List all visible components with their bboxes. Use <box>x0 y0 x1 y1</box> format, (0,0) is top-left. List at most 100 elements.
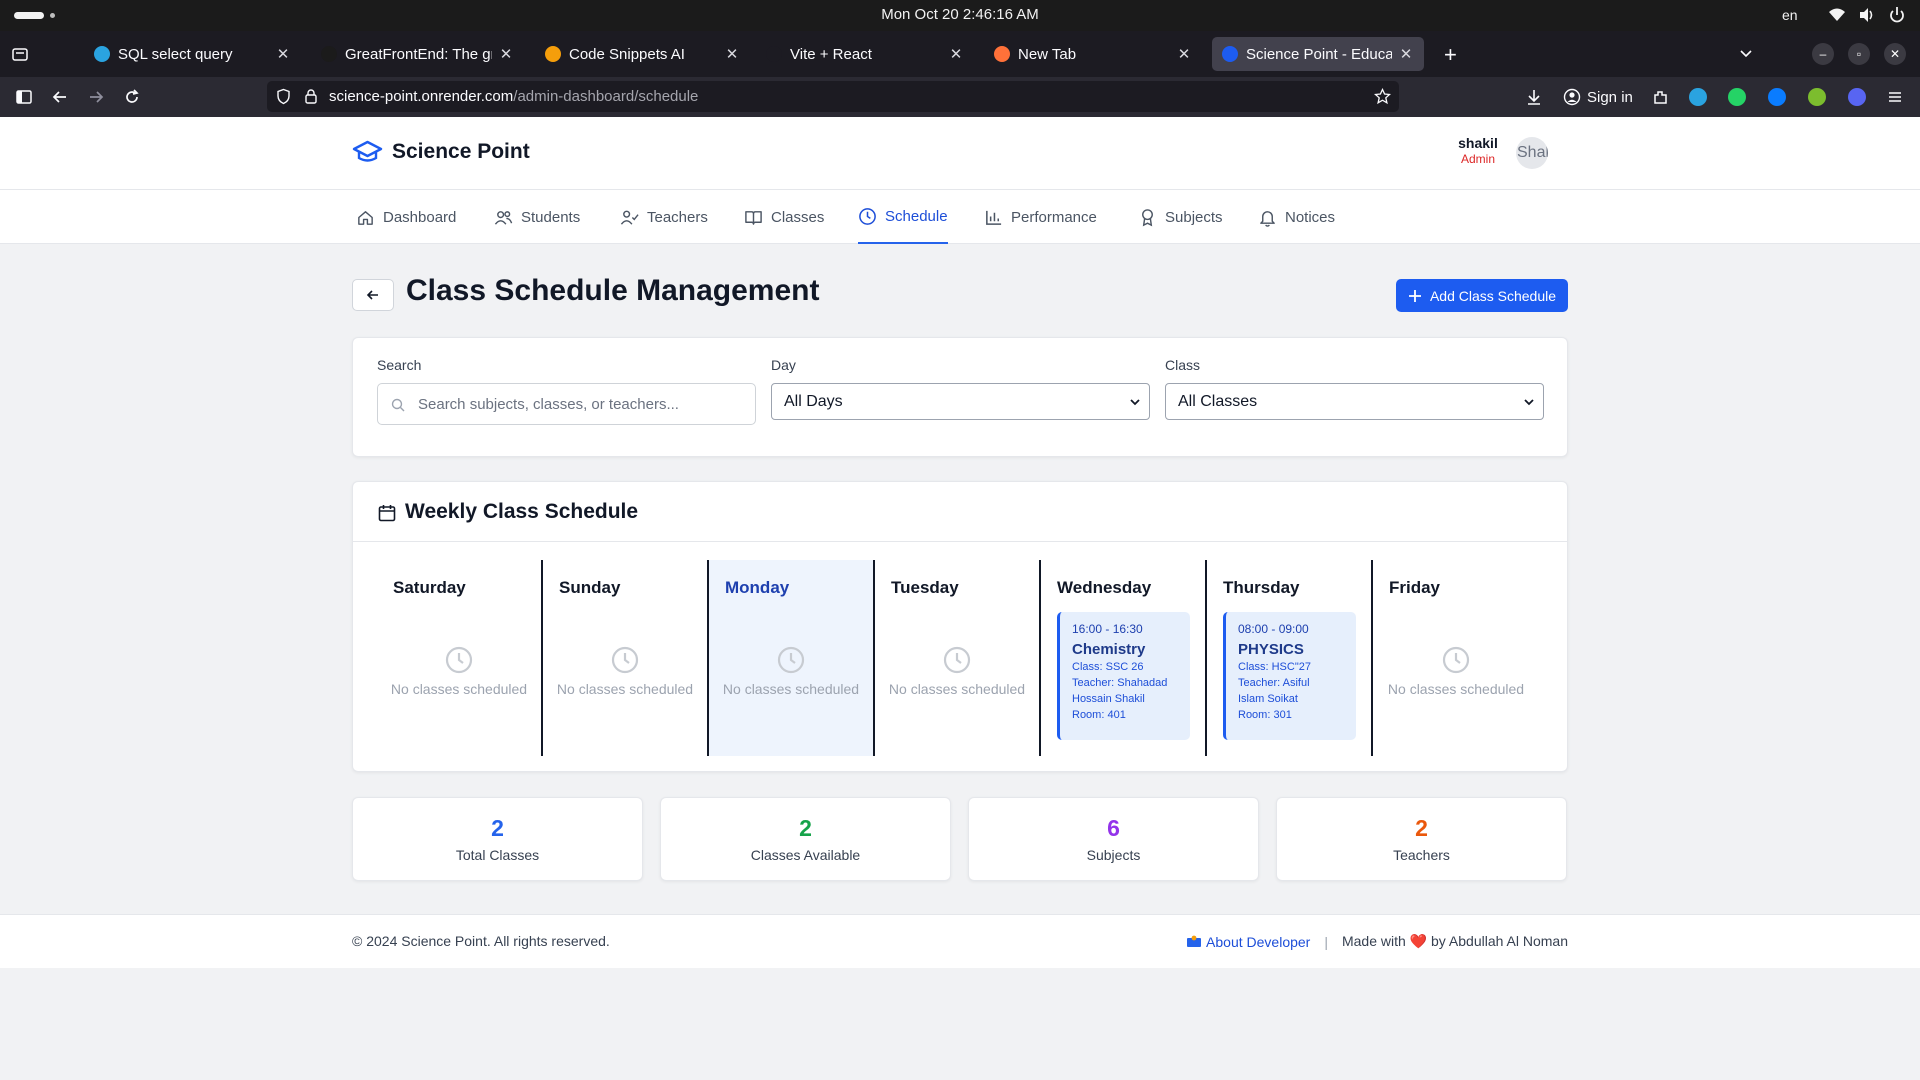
made-with-label: Made with <box>1341 933 1406 949</box>
os-top-bar: Mon Oct 20 2:46:16 AM en <box>0 0 1920 31</box>
address-bar[interactable]: science-point.onrender.com/admin-dashboa… <box>267 81 1399 112</box>
arrow-left-icon <box>366 290 378 300</box>
stat-card: 2 Teachers <box>1276 797 1567 881</box>
close-tab-icon[interactable]: ✕ <box>498 45 514 63</box>
wifi-icon <box>1829 8 1845 21</box>
weekly-schedule-header: Weekly Class Schedule <box>353 482 1567 542</box>
greatfrontend-icon <box>321 46 337 62</box>
browser-tab-title: Science Point - Education <box>1246 45 1392 63</box>
user-role: Admin <box>1460 152 1495 166</box>
sidebar-icon[interactable] <box>14 87 34 107</box>
browser-tab[interactable]: Vite + React ✕ <box>756 37 974 71</box>
clock-icon <box>611 646 639 674</box>
book-icon <box>745 210 762 225</box>
close-tab-icon[interactable]: ✕ <box>1176 45 1192 63</box>
bookmark-star-icon[interactable] <box>1374 88 1391 105</box>
user-name: shakil <box>1458 135 1498 151</box>
browser-tab-title: Code Snippets AI <box>569 45 685 63</box>
maximize-button[interactable]: ▫ <box>1848 43 1870 65</box>
class-detail: Class: SSC 26 <box>1072 661 1144 673</box>
nav-item-classes[interactable]: Classes <box>744 190 824 244</box>
new-tab-button[interactable]: + <box>1444 42 1457 68</box>
browser-tab[interactable]: Code Snippets AI ✕ <box>535 37 750 71</box>
url-path: /admin-dashboard/schedule <box>513 88 699 105</box>
about-developer-link[interactable]: About Developer <box>1186 934 1310 950</box>
browser-tab[interactable]: Science Point - Education ✕ <box>1212 37 1424 71</box>
class-detail: Teacher: Asiful <box>1238 677 1310 689</box>
day-name: Friday <box>1389 578 1441 597</box>
brand[interactable]: Science Point <box>352 139 530 165</box>
browser-tab[interactable]: SQL select query ✕ <box>84 37 301 71</box>
class-detail: Teacher: Shahadad <box>1072 677 1168 689</box>
nav-item-students[interactable]: Students <box>494 190 580 244</box>
telegram-icon <box>94 46 110 62</box>
empty-state: No classes scheduled <box>377 645 541 697</box>
stat-label: Teachers <box>1393 847 1450 863</box>
chevron-down-icon <box>1524 399 1534 406</box>
empty-state-text: No classes scheduled <box>1387 681 1525 697</box>
class-card[interactable]: 16:00 - 16:30 Chemistry Class: SSC 26 Teach… <box>1057 612 1190 740</box>
menu-icon[interactable] <box>1885 87 1905 107</box>
telegram-extension-icon[interactable] <box>1689 88 1707 106</box>
day-name: Saturday <box>393 578 466 597</box>
stat-label: Classes Available <box>750 847 861 863</box>
back-icon[interactable] <box>50 87 70 107</box>
close-tab-icon[interactable]: ✕ <box>275 45 291 63</box>
class-label: Class <box>1165 357 1201 373</box>
day-label: Day <box>771 357 796 373</box>
day-select[interactable]: All Days <box>771 383 1150 420</box>
user-info: shakil Admin <box>1450 135 1506 166</box>
volume-icon <box>1860 8 1873 22</box>
close-tab-icon[interactable]: ✕ <box>1398 45 1414 63</box>
users-icon <box>494 210 513 225</box>
add-class-schedule-button[interactable]: Add Class Schedule <box>1396 279 1568 312</box>
nav-item-dashboard[interactable]: Dashboard <box>356 190 456 244</box>
system-tray[interactable] <box>1828 6 1906 24</box>
shield-icon[interactable] <box>275 88 292 105</box>
discord-extension-icon[interactable] <box>1848 88 1866 106</box>
nav-item-notices[interactable]: Notices <box>1258 190 1335 244</box>
close-window-button[interactable]: ✕ <box>1884 43 1906 65</box>
class-card[interactable]: 08:00 - 09:00 PHYSICS Class: HSC"27 Teacher… <box>1223 612 1356 740</box>
forward-icon[interactable] <box>86 87 106 107</box>
messenger-extension-icon[interactable] <box>1768 88 1786 106</box>
list-tabs-icon[interactable] <box>1738 45 1754 61</box>
nav-item-teachers[interactable]: Teachers <box>620 190 708 244</box>
nav-item-performance[interactable]: Performance <box>984 190 1097 244</box>
footer-links: About Developer | Made with ❤️ by Abdull… <box>1186 933 1568 950</box>
tab-overview-icon[interactable] <box>10 44 30 64</box>
class-select[interactable]: All Classes <box>1165 383 1544 420</box>
reload-icon[interactable] <box>122 87 142 107</box>
day-name: Wednesday <box>1057 578 1152 597</box>
empty-state: No classes scheduled <box>875 645 1039 697</box>
day-column-wednesday: Wednesday 16:00 - 16:30 Chemistry Class: SS… <box>1041 560 1207 756</box>
minimize-button[interactable]: – <box>1812 43 1834 65</box>
extensions-icon[interactable] <box>1651 87 1671 107</box>
add-button-label: Add Class Schedule <box>1429 287 1557 304</box>
back-button[interactable] <box>352 279 394 311</box>
stat-value: 6 <box>1107 815 1120 841</box>
blank-icon <box>766 46 782 62</box>
stat-card: 6 Subjects <box>968 797 1259 881</box>
account-icon <box>1563 88 1581 106</box>
lock-icon[interactable] <box>303 88 319 105</box>
day-name: Tuesday <box>891 578 959 597</box>
nav-item-schedule[interactable]: Schedule <box>858 190 948 244</box>
whatsapp-extension-icon[interactable] <box>1728 88 1746 106</box>
avatar[interactable]: Shakil <box>1516 137 1548 169</box>
close-tab-icon[interactable]: ✕ <box>724 45 740 63</box>
close-tab-icon[interactable]: ✕ <box>948 45 964 63</box>
day-select-value: All Days <box>784 393 843 410</box>
search-input[interactable]: Search subjects, classes, or teachers... <box>377 383 756 425</box>
downloads-icon[interactable] <box>1524 87 1544 107</box>
class-time: 16:00 - 16:30 <box>1072 622 1143 636</box>
add-extension-icon[interactable] <box>1808 88 1826 106</box>
browser-tab[interactable]: GreatFrontEnd: The great ✕ <box>311 37 524 71</box>
sign-in-button[interactable]: Sign in <box>1563 84 1633 110</box>
os-clock[interactable]: Mon Oct 20 2:46:16 AM <box>0 6 1920 23</box>
empty-state-text: No classes scheduled <box>888 681 1026 697</box>
clock-icon <box>943 646 971 674</box>
nav-item-subjects[interactable]: Subjects <box>1138 190 1223 244</box>
clock-icon <box>445 646 473 674</box>
browser-tab[interactable]: New Tab ✕ <box>984 37 1202 71</box>
